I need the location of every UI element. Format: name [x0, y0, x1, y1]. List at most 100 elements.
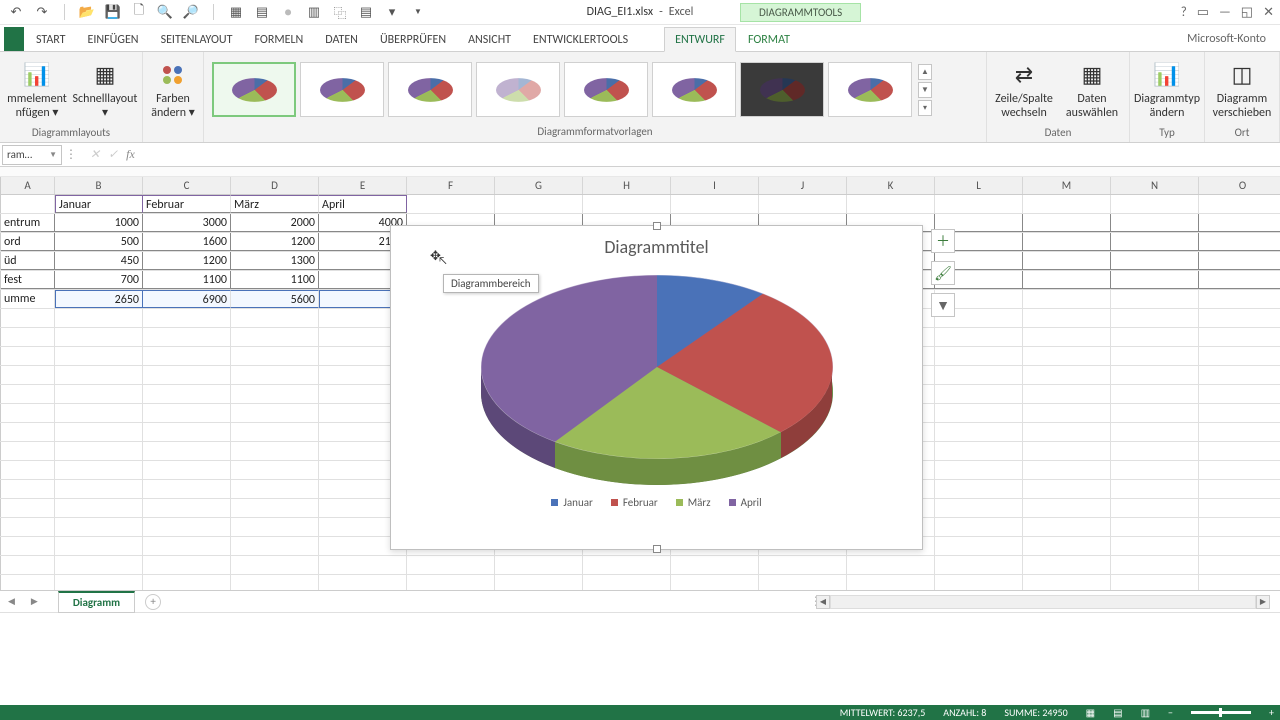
print-preview-icon[interactable]: 🔍 [157, 4, 173, 20]
chart-type-icon: 📊 [1152, 60, 1182, 90]
tab-insert[interactable]: EINFÜGEN [78, 28, 149, 51]
enter-formula-icon[interactable]: ✓ [108, 147, 118, 162]
legend-swatch [676, 499, 683, 506]
status-bar: MITTELWERT: 6237,5 ANZAHL: 8 SUMME: 2495… [0, 705, 1280, 720]
chart-style-3[interactable] [388, 62, 472, 117]
table-icon[interactable]: ▤ [254, 4, 270, 20]
formula-bar: ram…▼ ⋮ ✕ ✓ fx [0, 143, 1280, 167]
chart-style-7[interactable] [740, 62, 824, 117]
tab-view[interactable]: ANSICHT [458, 28, 521, 51]
chart-legend[interactable]: Januar Februar März April [391, 492, 922, 517]
tab-review[interactable]: ÜBERPRÜFEN [370, 28, 456, 51]
ms-account[interactable]: Microsoft-Konto [1183, 27, 1270, 51]
zoom-out-icon[interactable]: − [1168, 706, 1173, 719]
ribbon-options-icon[interactable]: ▭ [1197, 5, 1209, 20]
zoom-in-icon[interactable]: + [1269, 706, 1274, 719]
legend-item: Januar [551, 496, 592, 509]
group-location: ◫ Diagramm verschieben Ort [1205, 52, 1280, 142]
restore-icon[interactable]: ◱ [1241, 5, 1253, 20]
undo-icon[interactable]: ↶ [8, 4, 24, 20]
sheet-tab-active[interactable]: Diagramm [58, 591, 135, 613]
sort-icon[interactable]: ▤ [358, 4, 374, 20]
tab-developer[interactable]: ENTWICKLERTOOLS [523, 28, 638, 51]
add-chart-element-button[interactable]: 📊 mmelement nfügen ▾ [6, 54, 68, 126]
chart-plot-area[interactable] [391, 262, 922, 492]
minimize-icon[interactable]: — [1219, 5, 1231, 20]
chart-style-6[interactable] [652, 62, 736, 117]
cancel-formula-icon[interactable]: ✕ [90, 147, 100, 162]
name-box[interactable]: ram…▼ [2, 145, 62, 165]
sheet-tab-bar: ◀ ▶ Diagramm + ⋮ ◀▶ [0, 590, 1280, 612]
zoom-slider[interactable] [1191, 711, 1251, 714]
chart-quick-buttons: ＋ 🖌 ▼ [931, 229, 955, 317]
chart-style-8[interactable] [828, 62, 912, 117]
open-icon[interactable]: 📂 [79, 4, 95, 20]
legend-swatch [611, 499, 618, 506]
fx-icon[interactable]: fx [126, 147, 135, 162]
chart-icon[interactable]: ▥ [306, 4, 322, 20]
tab-format[interactable]: FORMAT [738, 28, 800, 51]
pie-chart-svg [477, 267, 837, 487]
status-mean: MITTELWERT: 6237,5 [840, 706, 926, 719]
chart-filters-button[interactable]: ▼ [931, 293, 955, 317]
redo-icon[interactable]: ↷ [34, 4, 50, 20]
tab-design[interactable]: ENTWURF [664, 27, 736, 52]
new-icon[interactable]: 🗋 [131, 4, 147, 20]
window-title: DIAG_EI1.xlsx - Excel [587, 5, 694, 19]
group-data: ⇄ Zeile/Spalte wechseln ▦ Daten auswähle… [987, 52, 1130, 142]
formula-buttons: ✕ ✓ fx [80, 147, 145, 162]
column-headers: A B C D E F G H I J K L M N O [0, 177, 1280, 195]
sheet-nav-next[interactable]: ▶ [23, 596, 46, 607]
quick-layout-button[interactable]: ▦ Schnelllayout ▾ [74, 54, 136, 126]
more-qat-icon[interactable]: ▼ [410, 4, 426, 20]
record-icon[interactable]: ● [280, 4, 296, 20]
table-row[interactable]: Januar Februar März April [0, 195, 1280, 214]
chart-styles-button[interactable]: 🖌 [931, 261, 955, 285]
formula-input[interactable] [145, 145, 1280, 165]
tab-start[interactable]: START [26, 28, 76, 51]
view-normal-icon[interactable]: ▦ [1086, 706, 1095, 719]
pivot-icon[interactable]: ▦ [228, 4, 244, 20]
tab-data[interactable]: DATEN [315, 28, 368, 51]
quick-layout-icon: ▦ [90, 60, 120, 90]
preview-icon[interactable]: 🔎 [183, 4, 199, 20]
help-icon[interactable]: ? [1181, 5, 1187, 20]
group-colors: Farben ändern ▾ [143, 52, 204, 142]
close-icon[interactable]: ✕ [1263, 5, 1274, 20]
chart-title[interactable]: Diagrammtitel [391, 226, 922, 262]
copy-icon[interactable]: ⿻ [332, 4, 348, 20]
style-gallery-scroll[interactable]: ▲▼▾ [916, 62, 934, 118]
save-icon[interactable]: 💾 [105, 4, 121, 20]
change-colors-button[interactable]: Farben ändern ▾ [149, 54, 197, 126]
title-bar: ↶ ↷ 📂 💾 🗋 🔍 🔎 ▦ ▤ ● ▥ ⿻ ▤ ▾ ▼ DIAG_EI1.x… [0, 0, 1280, 25]
select-data-button[interactable]: ▦ Daten auswählen [1061, 54, 1123, 126]
tab-formulas[interactable]: FORMELN [244, 28, 313, 51]
chart-tools-context: DIAGRAMMTOOLS [740, 3, 861, 22]
legend-swatch [551, 499, 558, 506]
ribbon: 📊 mmelement nfügen ▾ ▦ Schnelllayout ▾ D… [0, 51, 1280, 143]
select-data-icon: ▦ [1077, 60, 1107, 90]
chart-style-2[interactable] [300, 62, 384, 117]
filter-icon[interactable]: ▾ [384, 4, 400, 20]
chart-elements-button[interactable]: ＋ [931, 229, 955, 253]
add-sheet-button[interactable]: + [145, 594, 161, 610]
move-chart-button[interactable]: ◫ Diagramm verschieben [1211, 54, 1273, 126]
chart-style-1[interactable] [212, 62, 296, 117]
legend-item: Februar [611, 496, 658, 509]
chart-style-5[interactable] [564, 62, 648, 117]
table-row[interactable] [0, 556, 1280, 575]
change-chart-type-button[interactable]: 📊 Diagrammtyp ändern [1136, 54, 1198, 126]
switch-icon: ⇄ [1009, 60, 1039, 90]
move-chart-icon: ◫ [1227, 60, 1257, 90]
view-pagebreak-icon[interactable]: ▥ [1141, 706, 1150, 719]
file-tab[interactable] [4, 27, 24, 51]
view-pagelayout-icon[interactable]: ▤ [1113, 706, 1122, 719]
chart-style-4[interactable] [476, 62, 560, 117]
sheet-nav-prev[interactable]: ◀ [0, 596, 23, 607]
tab-pagelayout[interactable]: SEITENLAYOUT [151, 28, 243, 51]
group-type: 📊 Diagrammtyp ändern Typ [1130, 52, 1205, 142]
worksheet[interactable]: A B C D E F G H I J K L M N O Januar Feb… [0, 167, 1280, 627]
horizontal-scrollbar[interactable]: ⋮ ◀▶ [810, 595, 1270, 609]
switch-row-col-button[interactable]: ⇄ Zeile/Spalte wechseln [993, 54, 1055, 126]
chart-area-tooltip: Diagrammbereich [443, 274, 539, 293]
